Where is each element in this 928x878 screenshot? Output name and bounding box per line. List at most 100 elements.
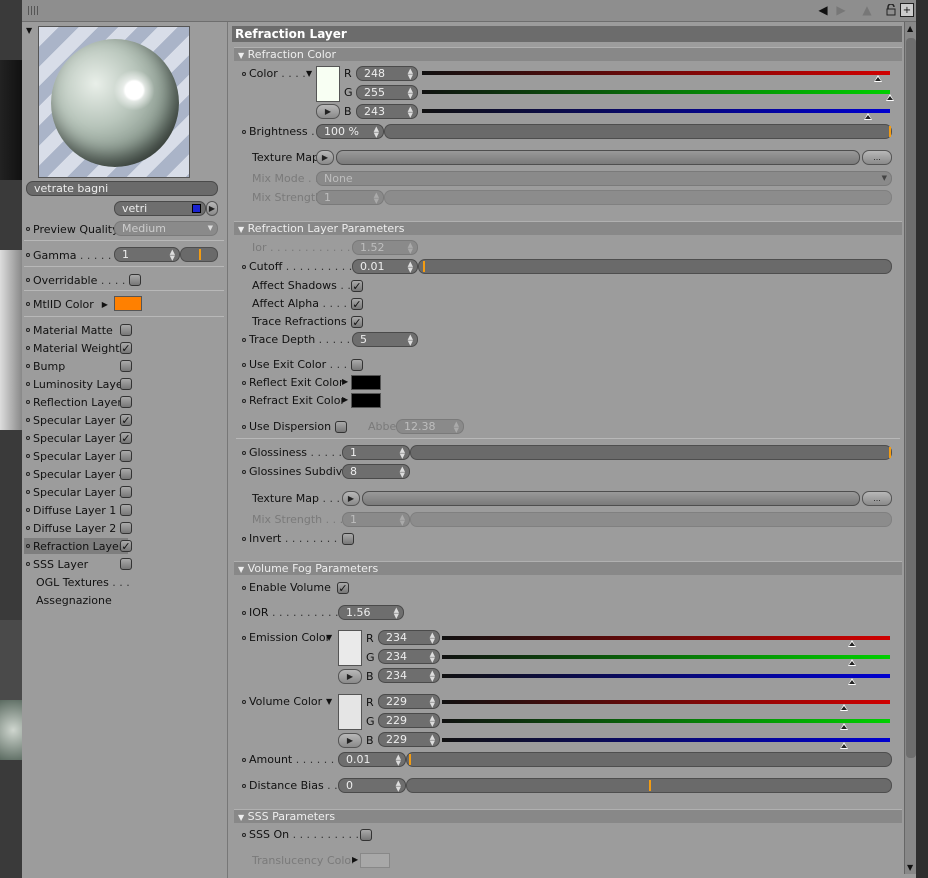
nav-forward-icon[interactable]: ▶ — [834, 3, 848, 17]
refraction-color-swatch[interactable] — [316, 66, 340, 102]
channel-checkbox[interactable]: ✓ — [120, 540, 132, 552]
animate-dot-icon[interactable] — [26, 454, 30, 458]
channel-checkbox[interactable] — [120, 378, 132, 390]
chevron-down-icon[interactable]: ▼ — [326, 633, 332, 642]
animate-dot-icon[interactable] — [242, 363, 246, 367]
channel-checkbox[interactable] — [120, 486, 132, 498]
slider-handle[interactable] — [848, 659, 856, 666]
invert-checkbox[interactable] — [342, 533, 354, 545]
play-icon[interactable]: ▶ — [352, 855, 358, 864]
animate-dot-icon[interactable] — [26, 418, 30, 422]
volume-red-field[interactable]: 229 ▲ ▼ — [378, 694, 440, 709]
trace-refractions-checkbox[interactable]: ✓ — [351, 316, 363, 328]
section-refraction-color[interactable]: ▼ Refraction Color — [234, 47, 902, 61]
channel-item[interactable]: Specular Layer 3 — [26, 448, 130, 464]
glossiness-field[interactable]: 1 ▲ ▼ — [342, 445, 410, 460]
overridable-checkbox[interactable] — [128, 274, 141, 286]
up-icon[interactable]: ▲ — [860, 3, 874, 17]
channel-checkbox[interactable] — [120, 468, 132, 480]
use-exit-color-checkbox[interactable] — [351, 359, 363, 371]
channel-item[interactable]: Diffuse Layer 1 — [26, 502, 130, 518]
emission-blue-field[interactable]: 234 ▲ ▼ — [378, 668, 440, 683]
channel-item[interactable]: Diffuse Layer 2 — [26, 520, 130, 536]
channel-checkbox[interactable] — [120, 504, 132, 516]
cutoff-slider[interactable] — [418, 259, 892, 274]
channel-item[interactable]: Material Matte — [26, 322, 130, 338]
channel-checkbox[interactable] — [120, 450, 132, 462]
animate-dot-icon[interactable] — [242, 758, 246, 762]
channel-item[interactable]: Specular Layer 2 — [26, 430, 130, 446]
channel-checkbox[interactable]: ✓ — [120, 342, 132, 354]
glossiness-slider[interactable] — [410, 445, 892, 460]
distance-bias-slider[interactable] — [406, 778, 892, 793]
red-field[interactable]: 248 ▲ ▼ — [356, 66, 418, 81]
channel-item[interactable]: Specular Layer 1 — [26, 412, 130, 428]
volume-red-slider[interactable] — [442, 700, 890, 711]
grip-icon[interactable] — [28, 6, 40, 15]
slider-handle[interactable] — [848, 640, 856, 647]
mix-strength-2-slider[interactable] — [410, 512, 892, 527]
play-icon[interactable]: ▶ — [342, 377, 348, 386]
slider-handle[interactable] — [848, 678, 856, 685]
emission-green-field[interactable]: 234 ▲ ▼ — [378, 649, 440, 664]
mix-strength-2-field[interactable]: 1 ▲ ▼ — [342, 512, 410, 527]
animate-dot-icon[interactable] — [26, 364, 30, 368]
channel-item[interactable]: Material Weight — [26, 340, 130, 356]
texture-browse-button-2[interactable]: ... — [862, 491, 892, 506]
ogl-textures-row[interactable]: OGL Textures . . . — [36, 574, 130, 590]
blue-field[interactable]: 243 ▲ ▼ — [356, 104, 418, 119]
red-gradient-slider[interactable] — [422, 71, 890, 82]
channel-checkbox[interactable]: ✓ — [120, 432, 132, 444]
animate-dot-icon[interactable] — [26, 328, 30, 332]
green-field[interactable]: 255 ▲ ▼ — [356, 85, 418, 100]
slider-handle[interactable] — [423, 261, 425, 272]
texture-map-slot[interactable] — [336, 150, 860, 165]
animate-dot-icon[interactable] — [242, 338, 246, 342]
play-icon[interactable]: ▶ — [342, 491, 360, 506]
volume-green-slider[interactable] — [442, 719, 890, 730]
reflect-exit-color-swatch[interactable] — [351, 375, 381, 390]
play-icon[interactable]: ▶ — [316, 150, 334, 165]
animate-dot-icon[interactable] — [26, 253, 30, 257]
section-refraction-params[interactable]: ▼ Refraction Layer Parameters — [234, 221, 902, 235]
amount-field[interactable]: 0.01 ▲ ▼ — [338, 752, 406, 767]
brightness-field[interactable]: 100 % ▲ ▼ — [316, 124, 384, 139]
affect-alpha-checkbox[interactable]: ✓ — [351, 298, 363, 310]
volume-blue-field[interactable]: 229 ▲ ▼ — [378, 732, 440, 747]
slider-handle[interactable] — [409, 754, 411, 765]
mix-strength-field[interactable]: 1 ▲ ▼ — [316, 190, 384, 205]
scroll-up-icon[interactable]: ▲ — [907, 24, 913, 33]
play-icon[interactable]: ▶ — [206, 201, 218, 216]
animate-dot-icon[interactable] — [242, 265, 246, 269]
channel-item[interactable]: Refraction Layer — [24, 538, 128, 554]
emission-color-swatch[interactable] — [338, 630, 362, 666]
slider-handle[interactable] — [199, 249, 201, 260]
gamma-field[interactable]: 1 ▲ ▼ — [114, 247, 180, 262]
animate-dot-icon[interactable] — [242, 636, 246, 640]
slider-handle[interactable] — [649, 780, 651, 791]
scrollbar-thumb[interactable] — [906, 38, 916, 758]
volume-color-swatch[interactable] — [338, 694, 362, 730]
animate-dot-icon[interactable] — [242, 784, 246, 788]
animate-dot-icon[interactable] — [242, 399, 246, 403]
channel-checkbox[interactable]: ✓ — [120, 414, 132, 426]
animate-dot-icon[interactable] — [242, 130, 246, 134]
animate-dot-icon[interactable] — [26, 302, 30, 306]
channel-item[interactable]: Bump — [26, 358, 130, 374]
nav-back-icon[interactable]: ◀ — [816, 3, 830, 17]
channel-item[interactable]: Specular Layer 5 — [26, 484, 130, 500]
animate-dot-icon[interactable] — [26, 508, 30, 512]
material-type-field[interactable]: vetri — [114, 201, 206, 216]
volume-blue-slider[interactable] — [442, 738, 890, 749]
play-icon[interactable]: ▶ — [338, 669, 362, 684]
animate-dot-icon[interactable] — [242, 381, 246, 385]
ior-field[interactable]: 1.52 ▲ ▼ — [352, 240, 418, 255]
channel-item[interactable]: SSS Layer — [26, 556, 130, 572]
emission-green-slider[interactable] — [442, 655, 890, 666]
animate-dot-icon[interactable] — [26, 400, 30, 404]
texture-browse-button[interactable]: ... — [862, 150, 892, 165]
animate-dot-icon[interactable] — [26, 227, 30, 231]
emission-red-slider[interactable] — [442, 636, 890, 647]
channel-item[interactable]: Specular Layer 4 — [26, 466, 130, 482]
abbe-field[interactable]: 12.38 ▲ ▼ — [396, 419, 464, 434]
